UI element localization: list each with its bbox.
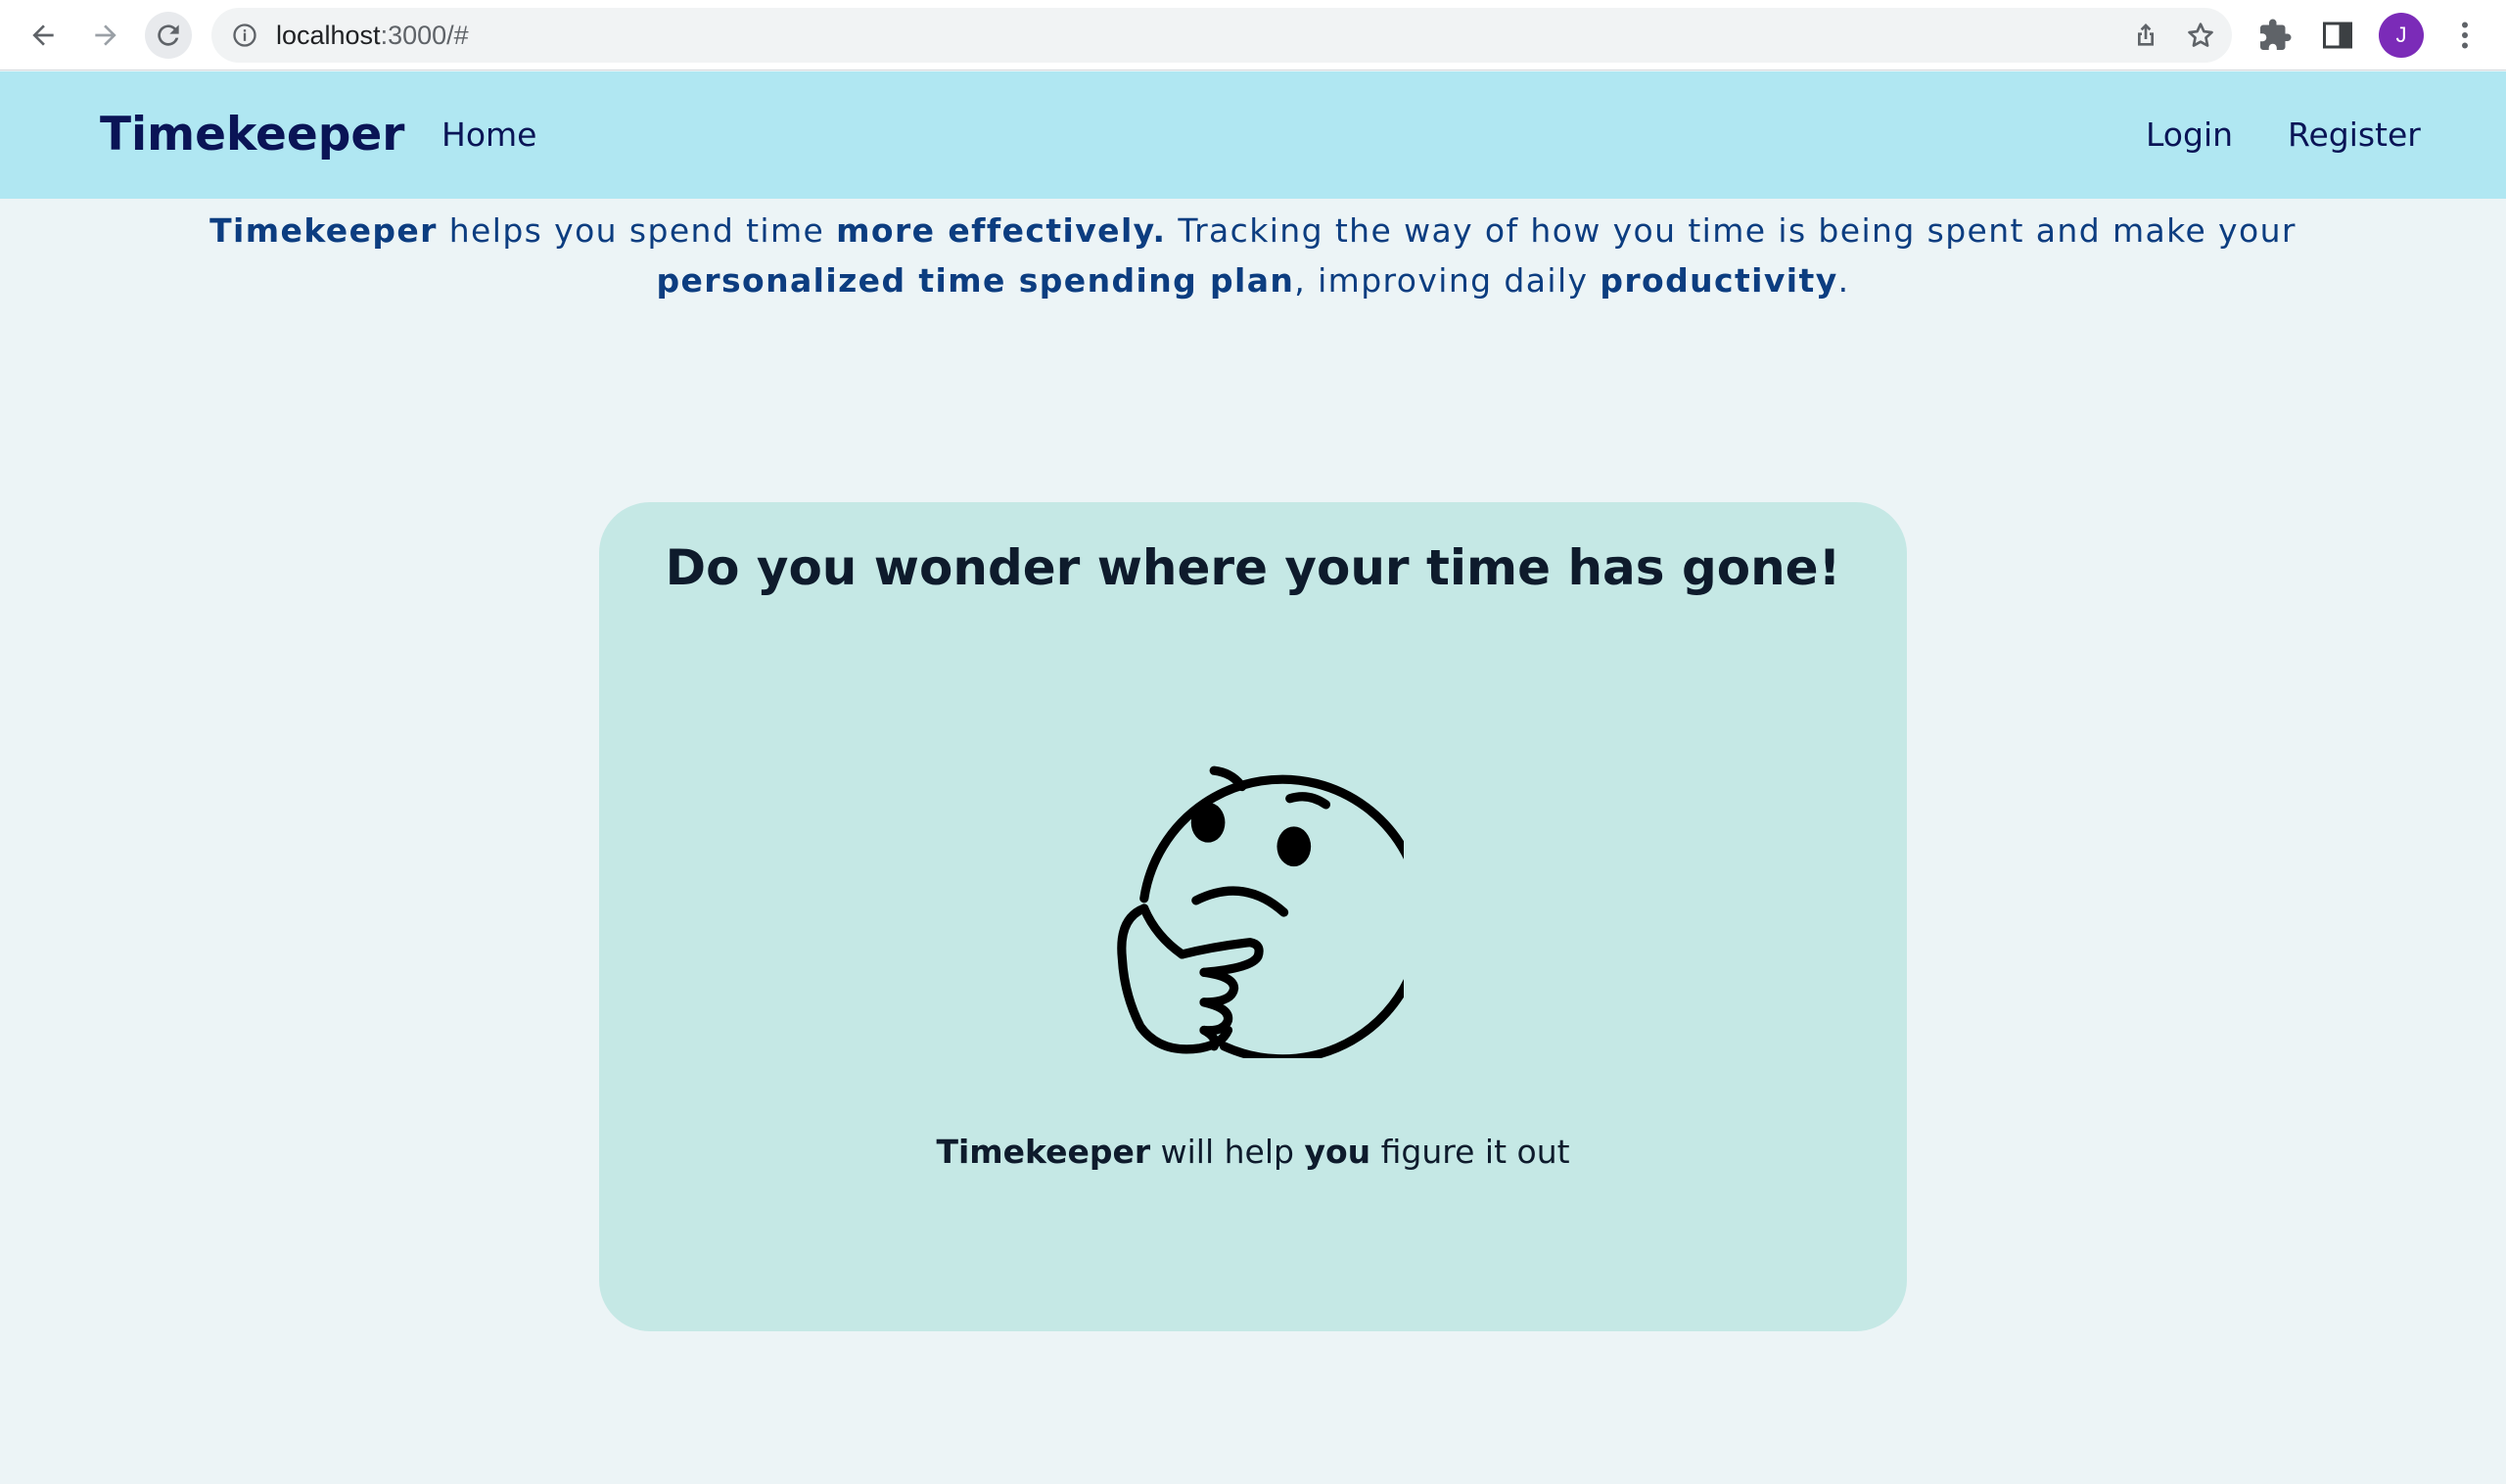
url-path: :3000/# — [380, 21, 469, 50]
forward-button[interactable] — [82, 12, 129, 59]
card-sub-part-1: will help — [1150, 1133, 1305, 1171]
intro-part-4: . — [1837, 261, 1850, 300]
intro-text: Timekeeper helps you spend time more eff… — [176, 206, 2330, 305]
intro-brand: Timekeeper — [209, 211, 438, 250]
card-sub-brand: Timekeeper — [936, 1133, 1151, 1171]
card-sub-part-2: figure it out — [1370, 1133, 1570, 1171]
card-title: Do you wonder where your time has gone! — [665, 539, 1841, 596]
url-host: localhost — [276, 21, 381, 50]
brand-logo[interactable]: Timekeeper — [100, 71, 404, 199]
thinking-face-icon — [1117, 765, 1404, 1058]
card-sub-emphasis: you — [1304, 1133, 1371, 1171]
intro-part-1: helps you spend time — [437, 211, 837, 250]
intro-emphasis-2: personalized time spending plan — [656, 261, 1295, 300]
reload-icon — [158, 24, 179, 46]
extensions-icon[interactable] — [2257, 18, 2293, 53]
profile-avatar[interactable]: J — [2379, 13, 2424, 58]
address-bar[interactable]: localhost:3000/# — [211, 8, 2232, 63]
share-icon[interactable] — [2130, 20, 2161, 51]
browser-toolbar: localhost:3000/# J — [0, 0, 2506, 70]
back-icon — [32, 24, 54, 46]
hero-card: Do you wonder where your time has gone! … — [599, 502, 1907, 1331]
menu-icon[interactable] — [2447, 18, 2483, 53]
reload-button[interactable] — [145, 12, 192, 59]
intro-part-3: , improving daily — [1294, 261, 1601, 300]
back-button[interactable] — [20, 12, 67, 59]
intro-part-2: Tracking the way of how you time is bein… — [1166, 211, 2297, 250]
card-subtitle: Timekeeper will help you figure it out — [599, 1133, 1907, 1171]
side-panel-icon[interactable] — [2320, 18, 2355, 53]
intro-emphasis-1: more effectively. — [836, 211, 1167, 250]
nav-home-link[interactable]: Home — [441, 71, 536, 199]
intro-emphasis-3: productivity — [1600, 261, 1838, 300]
nav-register-link[interactable]: Register — [2288, 71, 2421, 199]
url-text[interactable]: localhost:3000/# — [276, 8, 469, 63]
star-icon[interactable] — [2185, 20, 2216, 51]
info-icon[interactable] — [231, 22, 258, 49]
nav-login-link[interactable]: Login — [2146, 71, 2233, 199]
app-navbar: Timekeeper Home Login Register — [0, 71, 2506, 199]
forward-icon — [95, 24, 116, 46]
